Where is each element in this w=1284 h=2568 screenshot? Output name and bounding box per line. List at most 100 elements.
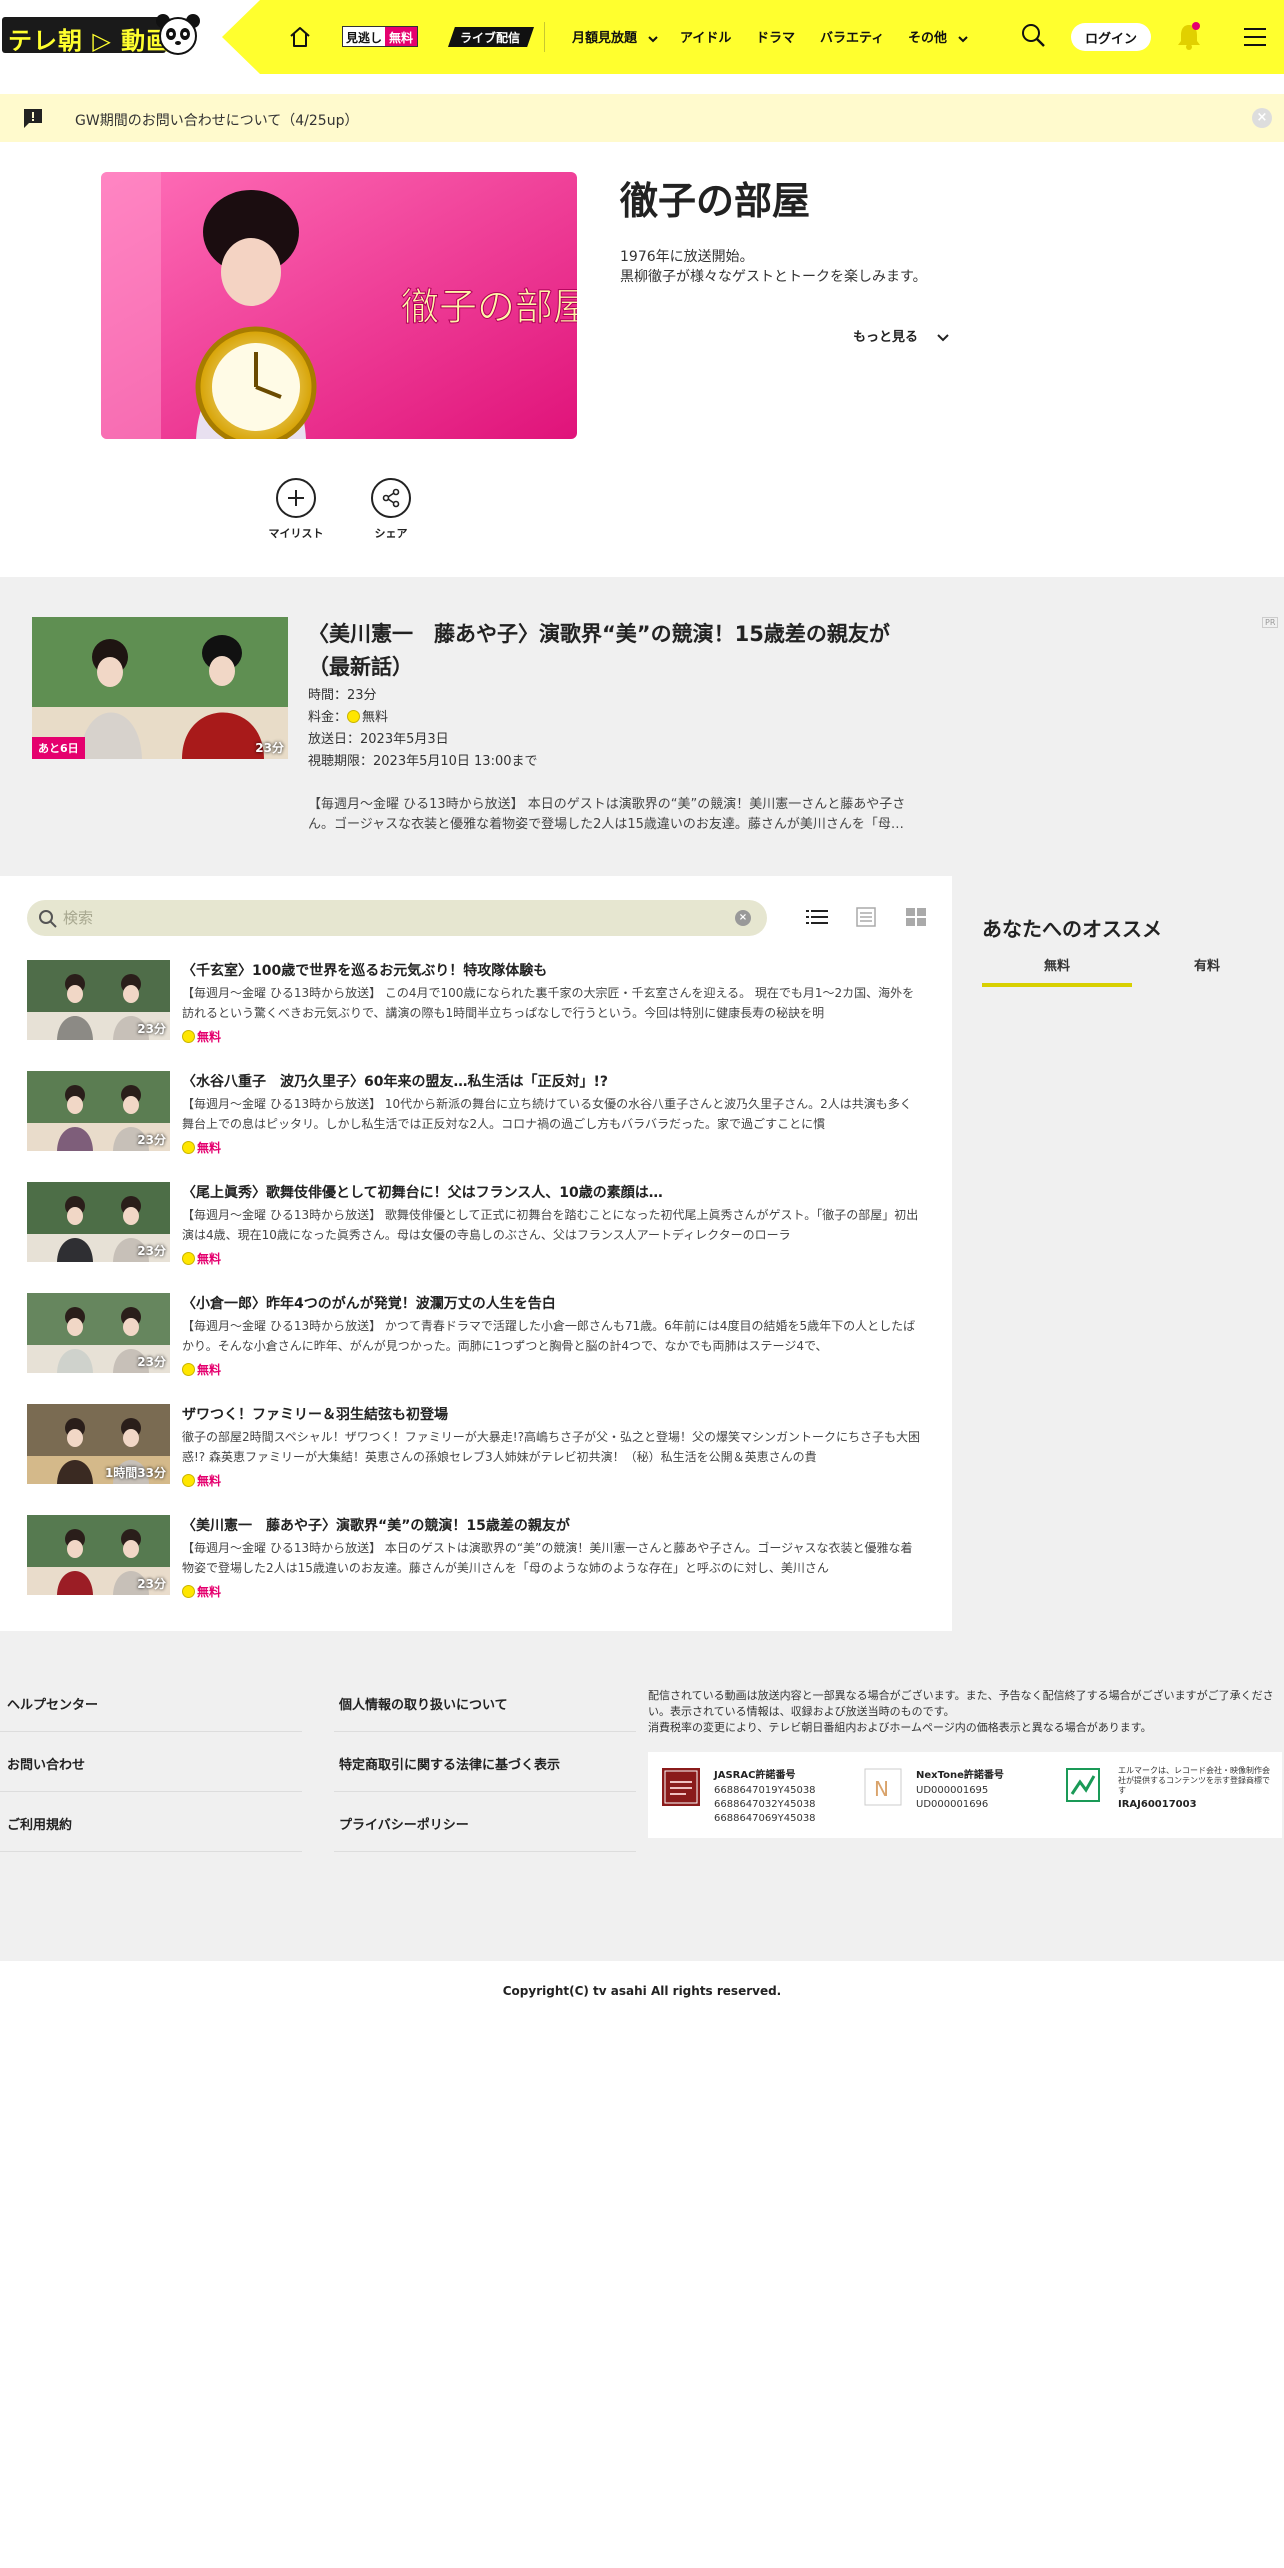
episode-title[interactable]: 〈千玄室〉100歳で世界を巡るお元気ぶり！特攻隊体験も [182, 960, 922, 980]
duration-badge: 23分 [137, 1355, 166, 1369]
coin-icon [182, 1474, 195, 1487]
license-box: JASRAC許諾番号 6688647019Y45038 6688647032Y4… [648, 1752, 1282, 1838]
search-input[interactable] [63, 906, 713, 930]
notice-bar[interactable]: GW期間のお問い合わせについて（4/25up） × [0, 94, 1284, 142]
episode-item[interactable]: 23分 〈水谷八重子 波乃久里子〉60年来の盟友…私生活は「正反対」!? 【毎週月～… [27, 1071, 927, 1161]
clear-search-icon[interactable]: × [735, 910, 751, 926]
jasrac-logo-icon [662, 1768, 700, 1806]
episode-thumbnail[interactable]: 23分 [27, 960, 170, 1040]
recommend-title: あなたへのオススメ [982, 917, 1162, 941]
fee-label: 料金： [308, 710, 348, 725]
duration-badge: 23分 [137, 1577, 166, 1591]
footer-note: 配信されている動画は放送内容と一部異なる場合がございます。また、予告なく配信終了… [648, 1688, 1278, 1736]
episode-thumbnail[interactable]: 23分 [27, 1071, 170, 1151]
episode-description: 【毎週月～金曜 ひる13時から放送】 本日のゲストは演歌界の“美”の競演！美川憲… [182, 1541, 913, 1575]
footer-link-privacy[interactable]: プライバシーポリシー [339, 1814, 469, 1833]
episode-title[interactable]: 〈尾上眞秀〉歌舞伎俳優として初舞台に！父はフランス人、10歳の素顔は… [182, 1182, 922, 1202]
episode-thumbnail[interactable]: 23分 [27, 1515, 170, 1595]
search-icon[interactable] [1020, 22, 1046, 48]
episode-item[interactable]: 23分 〈小倉一郎〉昨年4つのがんが発覚！波瀾万丈の人生を告白【毎週月～金曜 ひる… [27, 1293, 927, 1383]
login-button[interactable]: ログイン [1071, 23, 1151, 51]
coin-icon [182, 1030, 195, 1043]
more-button[interactable]: もっと見る [853, 326, 949, 345]
footer-note-line: 配信されている動画は放送内容と一部異なる場合がございます。また、予告なく配信終了… [648, 1689, 1274, 1718]
nav-variety[interactable]: バラエティ [820, 27, 884, 46]
jasrac-number: 6688647032Y45038 [714, 1799, 816, 1810]
price-label: 無料 [197, 1030, 222, 1044]
coin-icon [182, 1141, 195, 1154]
footer-link-contact[interactable]: お問い合わせ [7, 1754, 85, 1773]
grid-view-icon[interactable] [906, 907, 926, 927]
elmark-license: エルマークは、レコード会社・映像制作会社が提供するコンテンツを示す登録商標です … [1066, 1766, 1270, 1813]
episode-thumbnail[interactable]: 23分 [27, 1182, 170, 1262]
episode-item[interactable]: 1時間33分 ザワつく！ファミリー＆羽生結弦も初登場 徹子の部屋2時間スペシャル！ザ… [27, 1404, 927, 1494]
footer-link-personal-info[interactable]: 個人情報の取り扱いについて [339, 1694, 508, 1713]
episode-title[interactable]: 〈美川憲一 藤あや子〉演歌界“美”の競演！15歳差の親友が [182, 1515, 922, 1535]
footer-divider [0, 1851, 302, 1852]
mylist-button[interactable]: マイリスト [261, 478, 331, 541]
list-view-icon[interactable] [806, 907, 828, 927]
featured-title[interactable]: 〈美川憲一 藤あや子〉演歌界“美”の競演！15歳差の親友が（最新話） [308, 618, 908, 684]
coin-icon [182, 1252, 195, 1265]
footer-link-terms[interactable]: ご利用規約 [7, 1814, 72, 1833]
episode-description: 【毎週月～金曜 ひる13時から放送】 かつて青春ドラマで活躍した小倉一郎さんも7… [182, 1319, 916, 1353]
nav-other[interactable]: その他 [908, 27, 968, 46]
hamburger-menu-icon[interactable] [1243, 26, 1267, 48]
nextone-title: NexTone許諾番号 [916, 1770, 1004, 1781]
price-label: 無料 [197, 1474, 222, 1488]
home-icon[interactable] [288, 25, 312, 49]
episode-title[interactable]: 〈水谷八重子 波乃久里子〉60年来の盟友…私生活は「正反対」!? [182, 1071, 922, 1091]
close-icon[interactable]: × [1252, 108, 1272, 128]
more-label: もっと見る [853, 330, 919, 345]
compact-list-view-icon[interactable] [856, 907, 876, 927]
panda-mascot-icon [156, 14, 200, 55]
footer-link-commerce-act[interactable]: 特定商取引に関する法律に基づく表示 [339, 1754, 560, 1773]
elmark-logo-icon [1066, 1768, 1100, 1802]
jasrac-number: 6688647019Y45038 [714, 1785, 816, 1796]
nav-idol[interactable]: アイドル [680, 27, 731, 46]
description-line: 1976年に放送開始。 [620, 249, 754, 265]
plus-icon [288, 490, 304, 506]
episode-description: 【毎週月～金曜 ひる13時から放送】 歌舞伎俳優として正式に初舞台を踏むことにな… [182, 1208, 919, 1242]
episode-title[interactable]: 〈小倉一郎〉昨年4つのがんが発覚！波瀾万丈の人生を告白 [182, 1293, 922, 1313]
coin-icon [182, 1363, 195, 1376]
duration-badge: 23分 [137, 1133, 166, 1147]
featured-meta: 時間：23分 料金： 無料 放送日：2023年5月3日 視聴期限：2023年5月1… [308, 685, 538, 773]
price-label: 無料 [197, 1585, 222, 1599]
tab-free[interactable]: 無料 [982, 955, 1132, 974]
nav-live[interactable]: ライブ配信 [448, 27, 535, 47]
nav-separator [544, 22, 545, 52]
nextone-number: UD000001695 [916, 1785, 989, 1796]
nav-free-label: 無料 [385, 27, 418, 46]
episode-thumbnail[interactable]: 23分 [27, 1293, 170, 1373]
featured-thumbnail[interactable]: あと6日 23分 [32, 617, 288, 759]
episode-item[interactable]: 23分 〈尾上眞秀〉歌舞伎俳優として初舞台に！父はフランス人、10歳の素顔は… 【毎… [27, 1182, 927, 1272]
nav-minogashi-free[interactable]: 見逃し 無料 [342, 26, 419, 47]
nav-monthly[interactable]: 月額見放題 [572, 27, 658, 46]
episode-search[interactable]: × [27, 900, 767, 936]
episode-thumbnail[interactable]: 1時間33分 [27, 1404, 170, 1484]
site-logo[interactable]: テレ朝 ▷ 動画 [2, 14, 202, 56]
episode-item[interactable]: 23分 〈美川憲一 藤あや子〉演歌界“美”の競演！15歳差の親友が【毎週月～金曜 … [27, 1515, 927, 1605]
episode-title[interactable]: ザワつく！ファミリー＆羽生結弦も初登場 [182, 1404, 922, 1424]
coin-icon [347, 710, 361, 723]
site-header: テレ朝 ▷ 動画 見逃し 無料 ライブ配信 月額見放題 アイドル ドラマ バラエ… [0, 0, 1284, 74]
price-label: 無料 [197, 1141, 222, 1155]
nav-drama[interactable]: ドラマ [756, 27, 795, 46]
footer-divider [0, 1731, 302, 1732]
duration-badge: 23分 [137, 1022, 166, 1036]
footer-link-help[interactable]: ヘルプセンター [7, 1694, 98, 1713]
episode-price: 無料 [182, 1250, 221, 1267]
plus-circle [276, 478, 316, 518]
duration-badge: 23分 [255, 741, 284, 755]
share-circle [371, 478, 411, 518]
mylist-label: マイリスト [268, 527, 324, 540]
notice-text[interactable]: GW期間のお問い合わせについて（4/25up） [75, 110, 358, 130]
episode-item[interactable]: 23分 〈千玄室〉100歳で世界を巡るお元気ぶり！特攻隊体験も 【毎週月～金曜 ひる… [27, 960, 927, 1050]
tab-paid[interactable]: 有料 [1132, 955, 1282, 974]
share-button[interactable]: シェア [356, 478, 426, 541]
fee-value: 無料 [362, 710, 389, 725]
featured-body: 【毎週月～金曜 ひる13時から放送】 本日のゲストは演歌界の“美”の競演！美川憲… [308, 797, 906, 832]
nav-monthly-label: 月額見放題 [572, 31, 638, 46]
featured-time: 時間：23分 [308, 688, 377, 703]
